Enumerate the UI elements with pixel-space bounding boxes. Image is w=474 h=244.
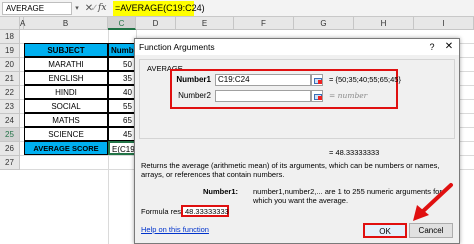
formula-result-value: 48.33333333 [181,205,229,217]
row-header-21[interactable]: 21 [0,72,20,86]
name-box[interactable]: AVERAGE [2,2,72,15]
row-header-25[interactable]: 25 [0,128,20,142]
dialog-title: Function Arguments [135,39,459,55]
column-header-b[interactable]: B [24,17,108,30]
subject-header-cell[interactable]: SUBJECT [24,43,108,57]
argument-help-label: Number1: [203,187,239,196]
average-score-label-cell[interactable]: AVERAGE SCORE [24,141,108,155]
function-result: = 48.33333333 [329,148,380,157]
row-header-24[interactable]: 24 [0,114,20,128]
help-on-function-link[interactable]: Help on this function [141,225,209,235]
function-description: Returns the average (arithmetic mean) of… [141,161,440,179]
row-header-18[interactable]: 18 [0,30,20,44]
value-cell[interactable]: 40 [108,85,136,99]
red-arrow-annotation [413,183,453,221]
number2-label: Number2 [178,91,211,100]
help-icon[interactable]: ? [425,39,439,55]
row-header-20[interactable]: 20 [0,58,20,72]
row-header-23[interactable]: 23 [0,100,20,114]
subject-cell[interactable]: SCIENCE [24,127,108,141]
function-arguments-dialog: Function Arguments ? ✕ AVERAGE Number1 C… [134,38,460,244]
column-header-e[interactable]: E [176,17,234,30]
number1-label: Number1 [176,75,211,84]
column-header-i[interactable]: I [414,17,474,30]
collapse-range-icon[interactable] [311,74,323,86]
column-header-h[interactable]: H [354,17,414,30]
row-header-19[interactable]: 19 [0,44,20,58]
name-box-dropdown-icon[interactable]: ▾ [73,2,81,15]
row-header-26[interactable]: 26 [0,142,20,156]
value-cell[interactable]: 55 [108,99,136,113]
subject-cell[interactable]: SOCIAL [24,99,108,113]
value-cell[interactable]: 45 [108,127,136,141]
column-header-f[interactable]: F [234,17,294,30]
number-header-cell[interactable]: Numb [108,43,136,57]
subject-cell[interactable]: MATHS [24,113,108,127]
row-header-27[interactable]: 27 [0,156,20,170]
column-header-g[interactable]: G [294,17,354,30]
number2-input[interactable] [215,90,311,102]
column-header-d[interactable]: D [136,17,176,30]
ok-button[interactable]: OK [363,223,407,238]
column-header-c[interactable]: C [108,17,136,30]
number1-input[interactable]: C19:C24 [215,74,311,86]
row-header-22[interactable]: 22 [0,86,20,100]
insert-function-icon[interactable]: fx [98,2,112,15]
value-cell[interactable]: 50 [108,57,136,71]
collapse-range-icon[interactable] [311,90,323,102]
value-cell[interactable]: 65 [108,113,136,127]
subject-cell[interactable]: HINDI [24,85,108,99]
select-all-corner[interactable] [0,17,20,30]
value-cell[interactable]: 35 [108,71,136,85]
average-formula-cell[interactable]: E(C19:C24) [108,141,136,155]
number1-result: = {50;35;40;55;65;45} [329,75,401,84]
number2-result: = number [329,91,368,100]
close-icon[interactable]: ✕ [441,39,457,55]
subject-cell[interactable]: ENGLISH [24,71,108,85]
subject-cell[interactable]: MARATHI [24,57,108,71]
formula-input[interactable]: =AVERAGE(C19:C24) [113,1,205,16]
